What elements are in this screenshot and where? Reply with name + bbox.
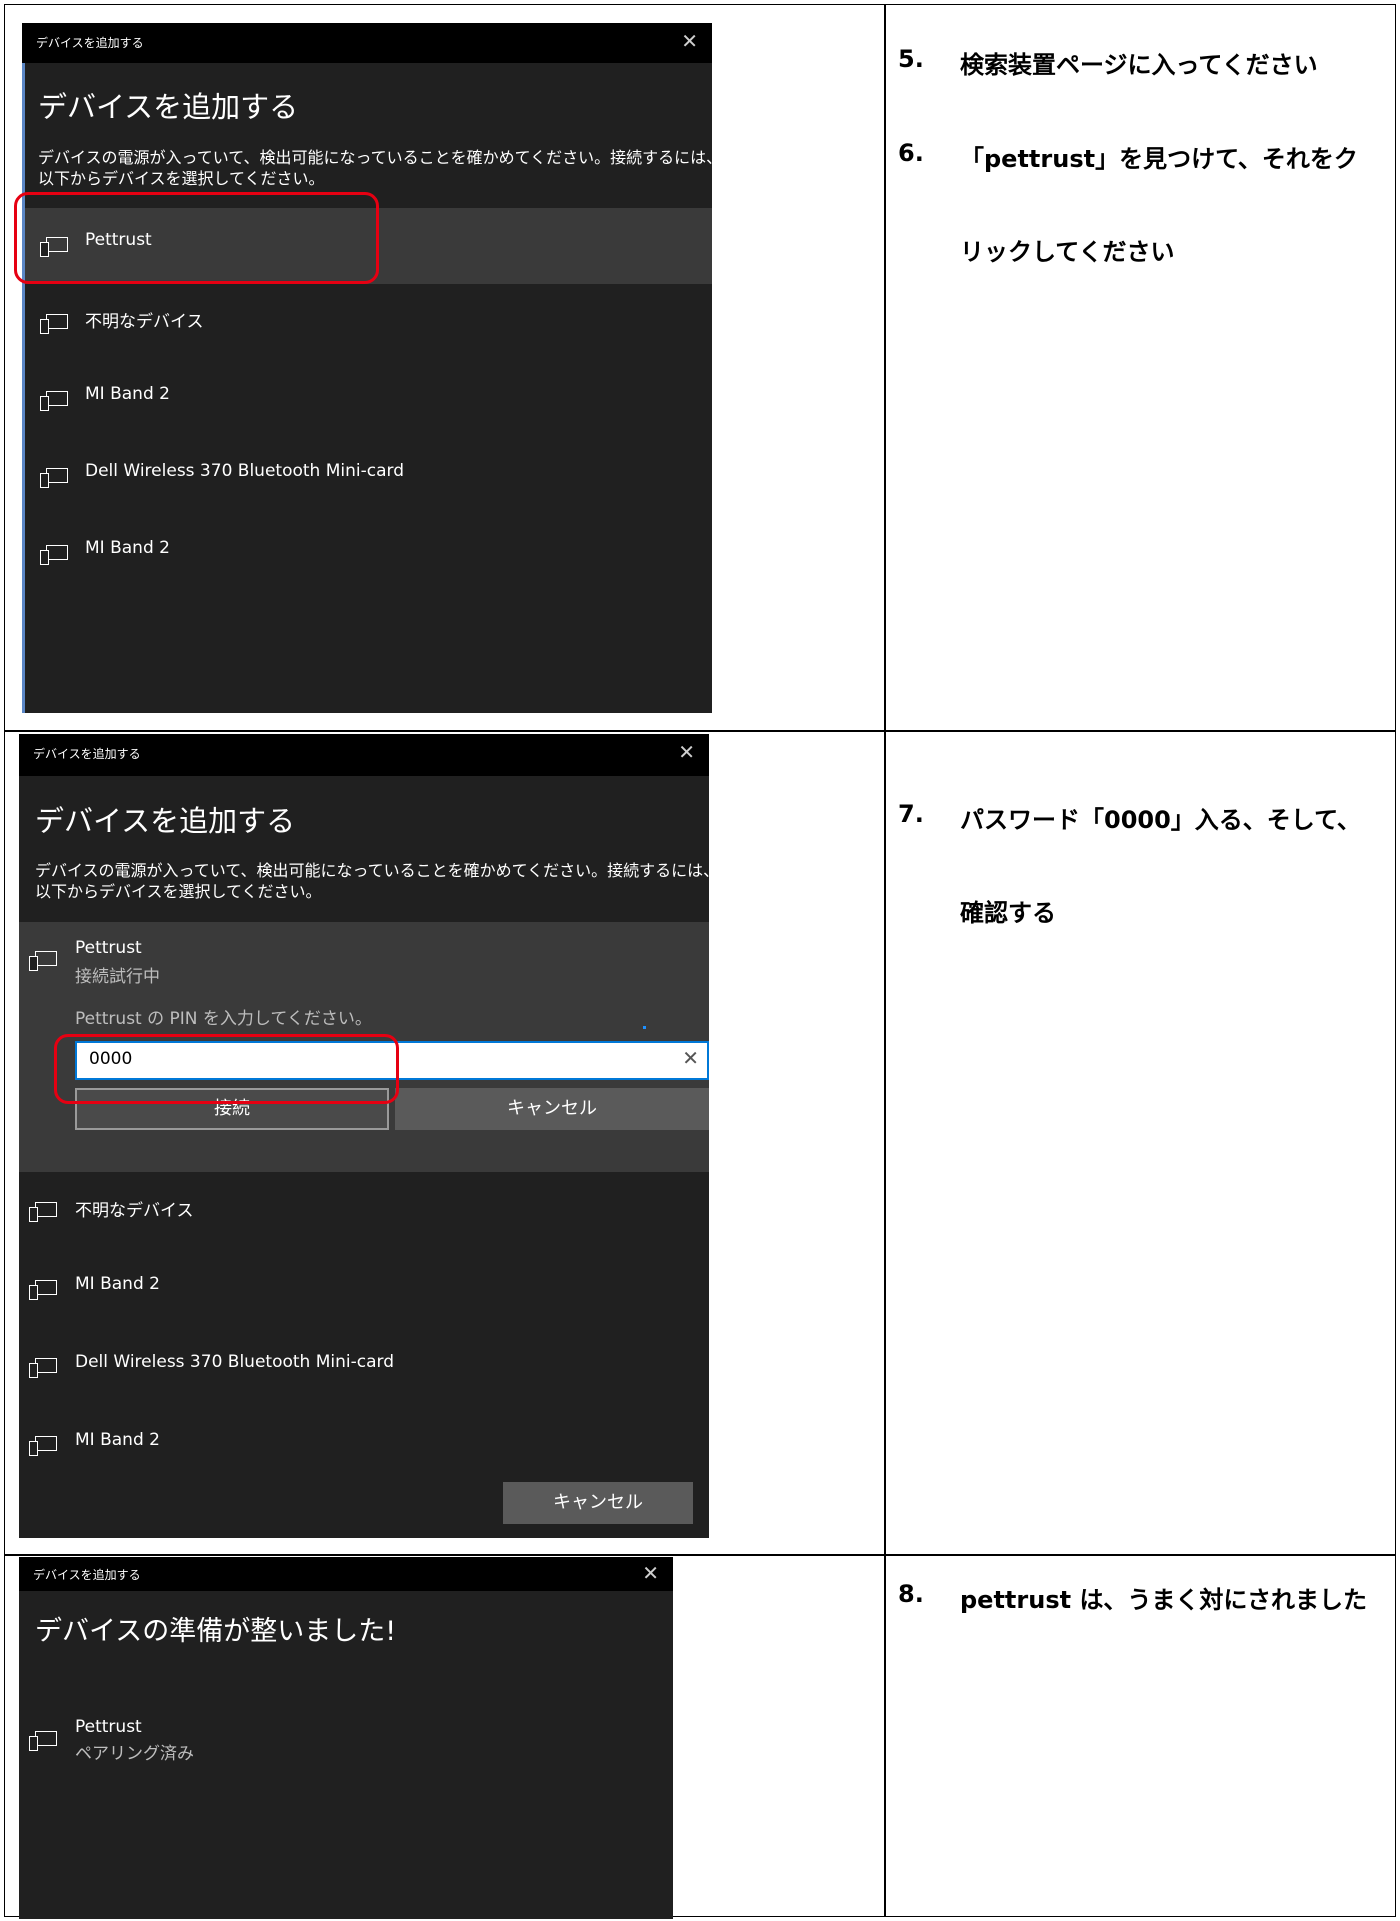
- window-edge: [22, 63, 25, 713]
- device-icon: [40, 466, 68, 488]
- step-text-cont: 確認する: [960, 899, 1056, 927]
- row-divider: [4, 730, 1396, 732]
- device-icon: [40, 389, 68, 411]
- step-text: パスワード「0000」入る、そして、: [960, 806, 1361, 834]
- ready-heading: デバイスの準備が整いました!: [35, 1616, 397, 1647]
- highlight-box: [54, 1034, 399, 1104]
- ready-dialog: デバイスを追加する ✕ デバイスの準備が整いました! Pettrust ペアリン…: [19, 1557, 673, 1919]
- highlight-box: [14, 192, 379, 284]
- step-text: 「pettrust」を見つけて、それをク: [960, 145, 1358, 173]
- device-item[interactable]: 不明なデバイス: [22, 285, 712, 361]
- step-text-cont: リックしてください: [960, 238, 1175, 266]
- step-6: 6. 「pettrust」を見つけて、それをク リックしてください: [898, 139, 1388, 279]
- step-number: 6.: [898, 139, 924, 167]
- pin-dialog: デバイスを追加する ✕ デバイスを追加する デバイスの電源が入っていて、検出可能…: [19, 734, 709, 1538]
- device-item[interactable]: 不明なデバイス: [19, 1172, 709, 1250]
- device-item[interactable]: Dell Wireless 370 Bluetooth Mini-card: [22, 439, 712, 515]
- dialog-title: デバイスを追加する: [33, 1568, 141, 1582]
- dialog-heading: デバイスを追加する: [35, 804, 296, 838]
- device-icon: [29, 1356, 57, 1378]
- device-icon: [29, 1200, 57, 1222]
- footer-cancel-button[interactable]: キャンセル: [503, 1482, 693, 1524]
- device-name: MI Band 2: [75, 1274, 160, 1294]
- paired-device: Pettrust ペアリング済み: [19, 1717, 673, 1787]
- device-item[interactable]: MI Band 2: [22, 362, 712, 438]
- device-item[interactable]: MI Band 2: [19, 1406, 709, 1484]
- row-divider: [4, 1554, 1396, 1556]
- progress-dot: [643, 1026, 646, 1029]
- pairing-status: ペアリング済み: [75, 1744, 194, 1764]
- device-item[interactable]: MI Band 2: [19, 1250, 709, 1328]
- dialog-description: デバイスの電源が入っていて、検出可能になっていることを確かめてください。接続する…: [38, 148, 712, 188]
- device-icon: [29, 1278, 57, 1300]
- step-number: 5.: [898, 45, 924, 73]
- close-icon[interactable]: ✕: [681, 29, 698, 53]
- column-divider: [884, 4, 886, 1917]
- device-name: Dell Wireless 370 Bluetooth Mini-card: [85, 461, 404, 481]
- step-number: 7.: [898, 800, 924, 828]
- device-name: Dell Wireless 370 Bluetooth Mini-card: [75, 1352, 394, 1372]
- device-icon: [29, 1729, 57, 1751]
- device-name: Pettrust: [75, 938, 142, 958]
- add-device-dialog: デバイスを追加する ✕ デバイスを追加する デバイスの電源が入っていて、検出可能…: [22, 23, 712, 713]
- step-text: 検索装置ページに入ってください: [960, 51, 1318, 79]
- dialog-titlebar: デバイスを追加する ✕: [19, 1557, 673, 1591]
- cancel-pin-button[interactable]: キャンセル: [395, 1088, 709, 1130]
- connection-status: 接続試行中: [75, 967, 160, 987]
- dialog-heading: デバイスを追加する: [38, 90, 299, 124]
- dialog-titlebar: デバイスを追加する ✕: [22, 23, 712, 63]
- device-icon: [40, 312, 68, 334]
- dialog-title: デバイスを追加する: [33, 747, 141, 761]
- step-number: 8.: [898, 1580, 924, 1608]
- device-icon: [29, 1434, 57, 1456]
- device-name: MI Band 2: [85, 538, 170, 558]
- device-name: MI Band 2: [85, 384, 170, 404]
- device-item[interactable]: Dell Wireless 370 Bluetooth Mini-card: [19, 1328, 709, 1406]
- device-name: 不明なデバイス: [85, 312, 204, 332]
- device-icon: [40, 543, 68, 565]
- clear-icon[interactable]: ✕: [682, 1046, 699, 1070]
- dialog-titlebar: デバイスを追加する ✕: [19, 734, 709, 776]
- dialog-title: デバイスを追加する: [36, 36, 144, 50]
- device-item[interactable]: MI Band 2: [22, 516, 712, 592]
- device-name: MI Band 2: [75, 1430, 160, 1450]
- step-7: 7. パスワード「0000」入る、そして、 確認する: [898, 800, 1388, 940]
- step-text: pettrust は、うまく対にされました: [960, 1586, 1367, 1614]
- pin-prompt: Pettrust の PIN を入力してください。: [75, 1009, 372, 1029]
- close-icon[interactable]: ✕: [642, 1561, 659, 1585]
- close-icon[interactable]: ✕: [678, 740, 695, 764]
- device-name: Pettrust: [75, 1717, 142, 1737]
- device-icon: [29, 949, 57, 971]
- dialog-description: デバイスの電源が入っていて、検出可能になっていることを確かめてください。接続する…: [35, 861, 709, 901]
- device-name: 不明なデバイス: [75, 1201, 194, 1221]
